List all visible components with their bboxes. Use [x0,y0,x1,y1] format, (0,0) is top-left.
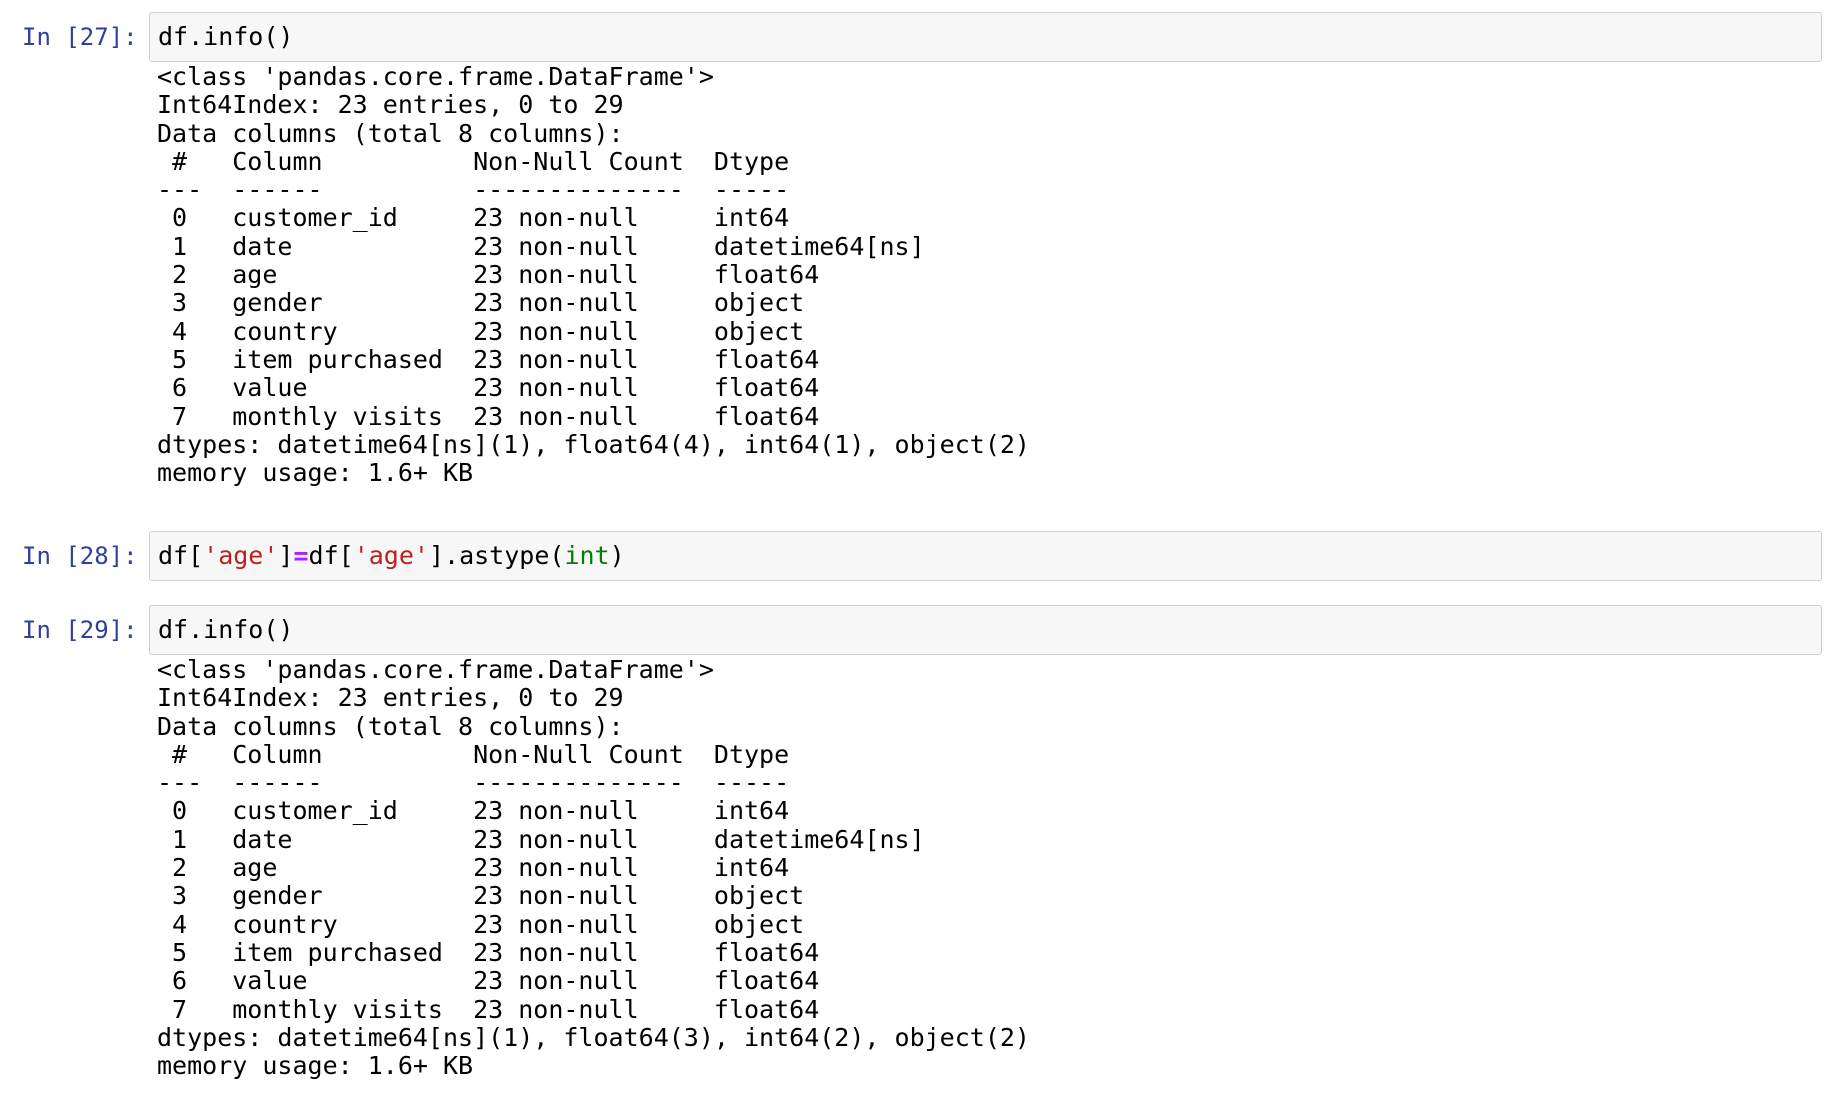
code-token: ].astype( [428,541,565,570]
code-token: df[ [308,541,354,570]
code-token: df[ [158,541,204,570]
assignment-operator: = [293,541,309,570]
cell-prompt: In [28]: [22,542,138,570]
string-literal: 'age' [203,541,279,570]
builtin-name: int [564,541,610,570]
code-input[interactable]: df.info() [149,605,1822,655]
code-input[interactable]: df['age']=df['age'].astype(int) [149,531,1822,581]
string-literal: 'age' [353,541,429,570]
code-token: ] [278,541,294,570]
code-input[interactable]: df.info() [149,12,1822,62]
cell-output: <class 'pandas.core.frame.DataFrame'> In… [157,62,1030,488]
cell-output: <class 'pandas.core.frame.DataFrame'> In… [157,655,1030,1081]
cell-prompt: In [27]: [22,23,138,51]
cell-prompt: In [29]: [22,616,138,644]
code-token: ) [609,541,625,570]
